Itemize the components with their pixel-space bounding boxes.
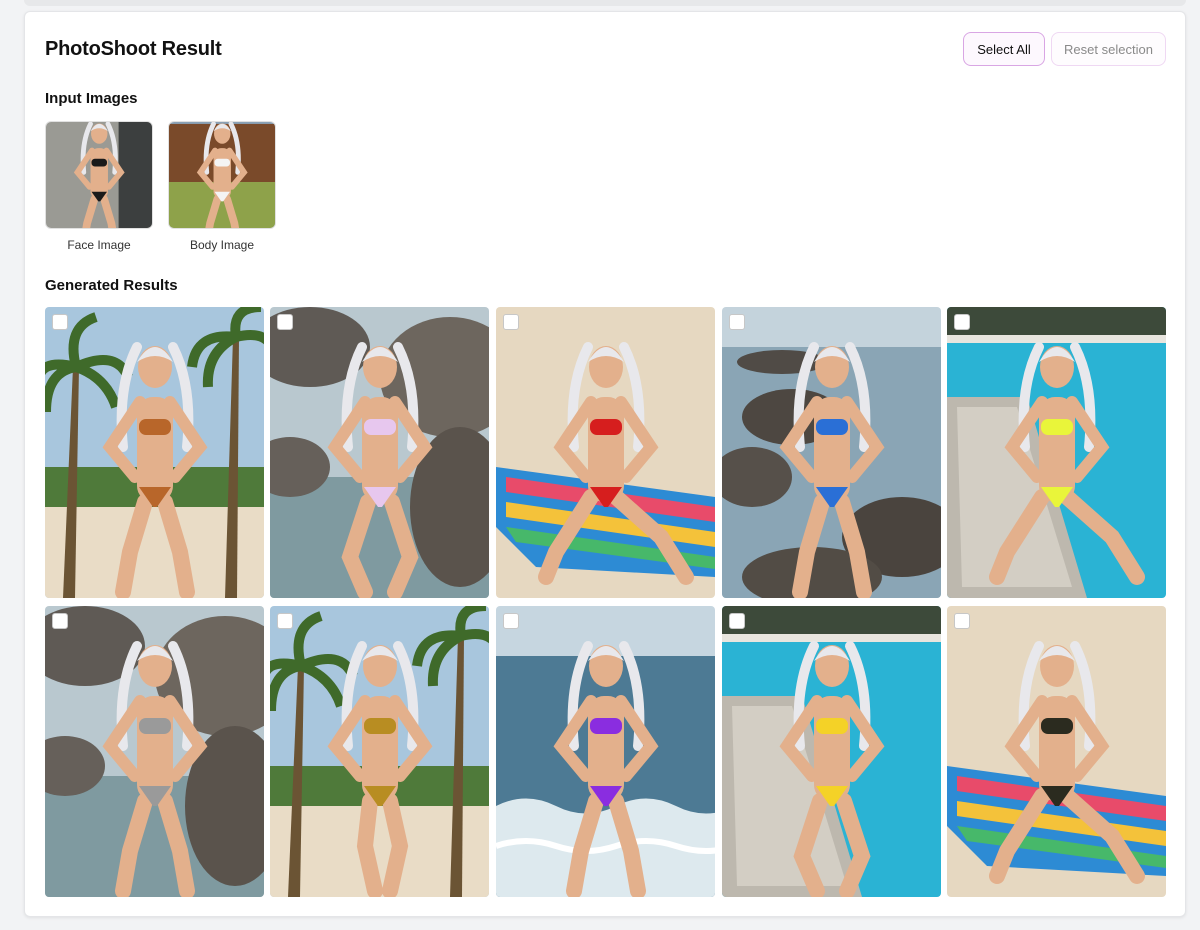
result-image-card[interactable] xyxy=(496,307,715,598)
result-image-card[interactable] xyxy=(45,606,264,897)
body-image-caption: Body Image xyxy=(189,238,255,252)
select-all-button[interactable]: Select All xyxy=(963,32,1045,66)
result-image-card[interactable] xyxy=(947,307,1166,598)
result-image-card[interactable] xyxy=(270,606,489,897)
result-image xyxy=(722,307,941,598)
input-images-heading: Input Images xyxy=(45,90,138,107)
result-select-checkbox[interactable] xyxy=(52,613,68,629)
body-image-thumbnail[interactable] xyxy=(168,121,276,229)
face-image-caption: Face Image xyxy=(67,238,131,252)
result-select-checkbox[interactable] xyxy=(954,314,970,330)
result-image xyxy=(45,307,264,598)
page-top-strip xyxy=(24,0,1186,6)
result-image xyxy=(496,606,715,897)
photoshoot-result-panel: PhotoShoot Result Select All Reset selec… xyxy=(24,11,1186,917)
face-image-thumbnail[interactable] xyxy=(45,121,153,229)
generated-results-heading: Generated Results xyxy=(45,277,178,294)
result-image xyxy=(947,606,1166,897)
result-image xyxy=(496,307,715,598)
result-image xyxy=(45,606,264,897)
result-image-card[interactable] xyxy=(947,606,1166,897)
result-select-checkbox[interactable] xyxy=(954,613,970,629)
result-image xyxy=(722,606,941,897)
result-image-card[interactable] xyxy=(722,307,941,598)
result-image xyxy=(947,307,1166,598)
result-image-card[interactable] xyxy=(270,307,489,598)
page-title: PhotoShoot Result xyxy=(45,38,222,60)
result-select-checkbox[interactable] xyxy=(277,314,293,330)
result-image-card[interactable] xyxy=(45,307,264,598)
result-select-checkbox[interactable] xyxy=(503,613,519,629)
result-image xyxy=(270,606,489,897)
result-select-checkbox[interactable] xyxy=(503,314,519,330)
result-select-checkbox[interactable] xyxy=(729,314,745,330)
result-select-checkbox[interactable] xyxy=(52,314,68,330)
result-select-checkbox[interactable] xyxy=(729,613,745,629)
result-image-card[interactable] xyxy=(496,606,715,897)
result-image xyxy=(270,307,489,598)
reset-selection-button[interactable]: Reset selection xyxy=(1051,32,1166,66)
result-image-card[interactable] xyxy=(722,606,941,897)
result-select-checkbox[interactable] xyxy=(277,613,293,629)
